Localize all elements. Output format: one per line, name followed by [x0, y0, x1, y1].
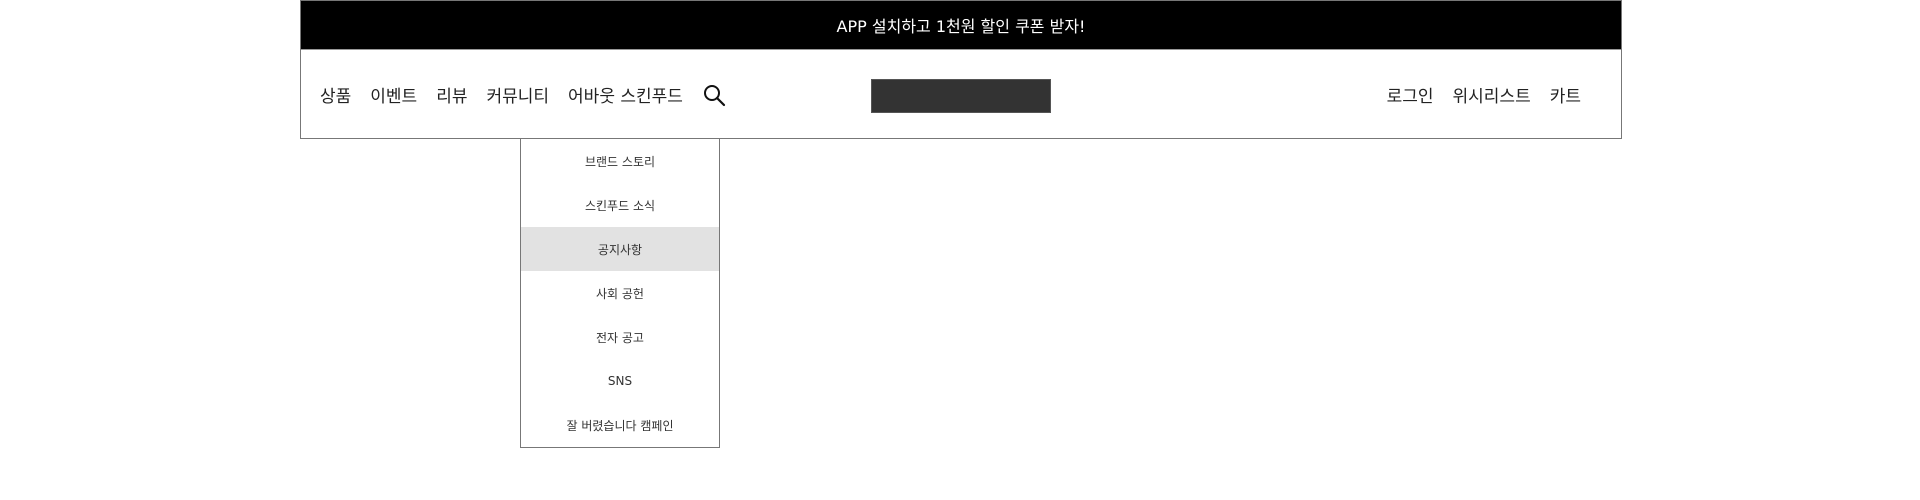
menu-item-electronic-notice[interactable]: 전자 공고 [521, 315, 719, 359]
promo-text[interactable]: APP 설치하고 1천원 할인 쿠폰 받자! [837, 13, 1086, 37]
cart-link[interactable]: 카트 [1550, 82, 1581, 107]
menu-item-campaign[interactable]: 잘 버렸습니다 캠페인 [521, 403, 719, 447]
menu-item-notice[interactable]: 공지사항 [521, 227, 719, 271]
login-link[interactable]: 로그인 [1387, 82, 1434, 107]
menu-item-sns[interactable]: SNS [521, 359, 719, 403]
nav-item-events[interactable]: 이벤트 [370, 82, 417, 107]
nav-item-community[interactable]: 커뮤니티 [486, 82, 549, 107]
menu-item-news[interactable]: 스킨푸드 소식 [521, 183, 719, 227]
site-header: APP 설치하고 1천원 할인 쿠폰 받자! 상품 이벤트 리뷰 커뮤니티 어바… [300, 0, 1622, 139]
nav-item-products[interactable]: 상품 [320, 82, 351, 107]
main-navigation: 상품 이벤트 리뷰 커뮤니티 어바웃 스킨푸드 로그인 위시리스트 카트 [301, 50, 1621, 139]
brand-logo[interactable] [871, 79, 1051, 113]
nav-left-group: 상품 이벤트 리뷰 커뮤니티 어바웃 스킨푸드 [320, 50, 726, 139]
search-icon[interactable] [702, 83, 726, 107]
menu-item-social-contribution[interactable]: 사회 공헌 [521, 271, 719, 315]
wishlist-link[interactable]: 위시리스트 [1453, 82, 1531, 107]
nav-right-group: 로그인 위시리스트 카트 [1387, 50, 1581, 139]
menu-item-brand-story[interactable]: 브랜드 스토리 [521, 139, 719, 183]
about-dropdown-menu: 브랜드 스토리 스킨푸드 소식 공지사항 사회 공헌 전자 공고 SNS 잘 버… [520, 139, 720, 448]
promo-banner[interactable]: APP 설치하고 1천원 할인 쿠폰 받자! [301, 1, 1621, 50]
nav-item-reviews[interactable]: 리뷰 [436, 82, 467, 107]
nav-item-about[interactable]: 어바웃 스킨푸드 [568, 82, 683, 107]
